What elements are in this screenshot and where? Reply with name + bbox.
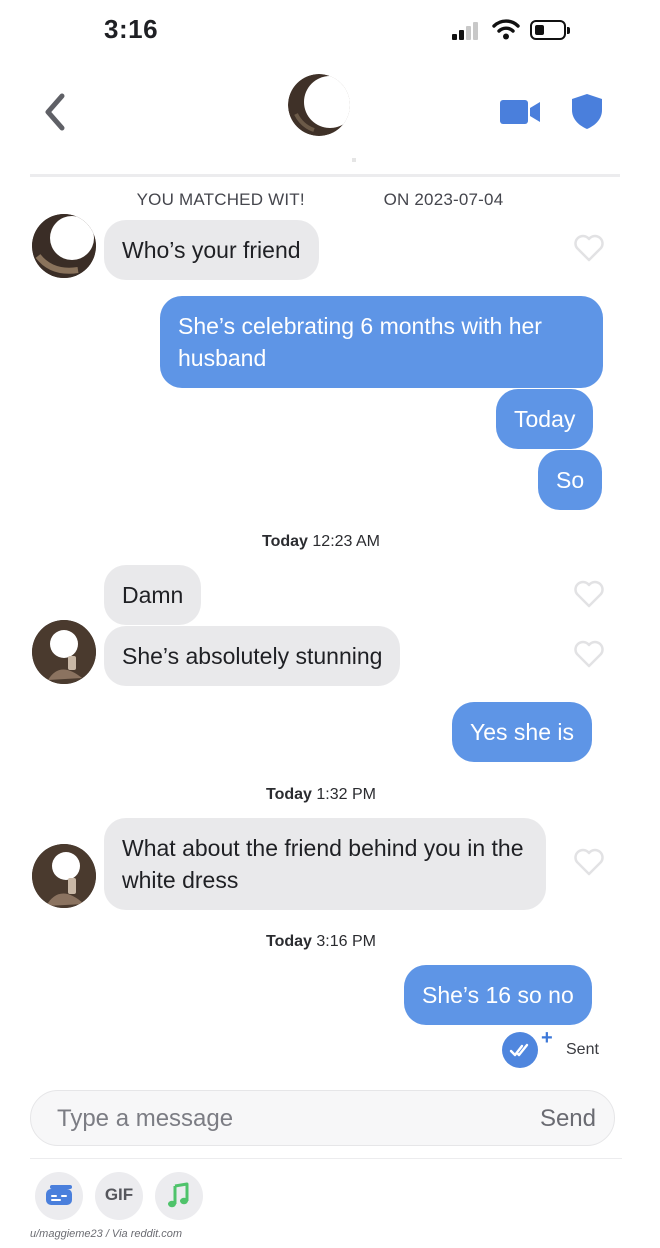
timestamp-day: Today xyxy=(262,533,308,550)
gif-button[interactable]: GIF xyxy=(95,1172,143,1220)
message-bubble-outgoing: Today xyxy=(496,389,594,449)
timestamp-time: 3:16 PM xyxy=(316,933,376,950)
music-button[interactable] xyxy=(155,1172,203,1220)
message-bubble-outgoing: So xyxy=(538,450,603,510)
message-input[interactable] xyxy=(57,1101,497,1137)
plus-icon[interactable]: + xyxy=(541,1028,553,1048)
timestamp-time: 12:23 AM xyxy=(312,533,380,550)
back-chevron-icon[interactable] xyxy=(38,92,72,132)
message-bubble-outgoing: She’s 16 so no xyxy=(404,965,592,1025)
message-bubble-outgoing: She’s celebrating 6 months with her husb… xyxy=(160,296,603,388)
like-heart-icon[interactable] xyxy=(574,640,604,668)
header-dot xyxy=(352,158,356,162)
sender-avatar[interactable] xyxy=(32,620,96,684)
send-button[interactable]: Send xyxy=(540,1105,596,1133)
sender-avatar[interactable] xyxy=(32,844,96,908)
delivery-status: Sent xyxy=(566,1041,599,1058)
sender-avatar[interactable] xyxy=(32,214,96,278)
timestamp: Today 12:23 AM xyxy=(0,533,642,551)
match-avatar[interactable] xyxy=(288,74,350,136)
image-credit: u/maggieme23 / Via reddit.com xyxy=(30,1228,183,1240)
status-time: 3:16 xyxy=(104,14,159,44)
wifi-icon xyxy=(492,19,520,40)
match-banner: YOU MATCHED WIT! ON 2023-07-04 xyxy=(136,190,504,209)
timestamp: Today 3:16 PM xyxy=(0,933,642,951)
timestamp: Today 1:32 PM xyxy=(0,786,642,804)
timestamp-time: 1:32 PM xyxy=(316,786,376,803)
message-bubble-incoming: Who’s your friend xyxy=(104,220,319,280)
message-bubble-incoming: She’s absolutely stunning xyxy=(104,626,401,686)
gif-label: GIF xyxy=(104,1185,134,1204)
shield-icon[interactable] xyxy=(570,92,604,130)
message-bubble-incoming: Damn xyxy=(104,565,202,625)
like-heart-icon[interactable] xyxy=(574,848,604,876)
music-note-icon xyxy=(168,1182,189,1208)
message-bubble-incoming: What about the friend behind you in the … xyxy=(104,818,546,910)
sticker-icon xyxy=(46,1185,72,1205)
timestamp-day: Today xyxy=(266,933,312,950)
like-heart-icon[interactable] xyxy=(574,580,604,608)
composer-divider xyxy=(30,1158,622,1159)
cellular-signal-icon xyxy=(452,22,482,40)
battery-icon xyxy=(530,20,570,40)
like-heart-icon[interactable] xyxy=(574,234,604,262)
sticker-button[interactable] xyxy=(35,1172,83,1220)
message-composer: Send xyxy=(30,1090,615,1146)
timestamp-day: Today xyxy=(266,786,312,803)
message-bubble-outgoing: Yes she is xyxy=(452,702,592,762)
header-divider xyxy=(30,174,620,177)
video-camera-icon[interactable] xyxy=(498,96,542,128)
read-receipt-icon[interactable] xyxy=(502,1032,538,1068)
